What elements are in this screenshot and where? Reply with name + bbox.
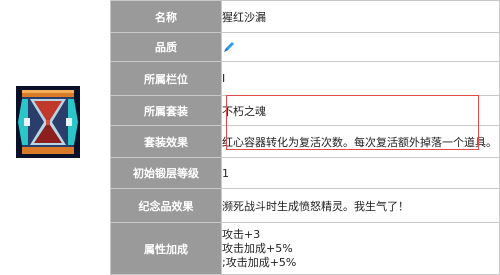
attribute-bonus: 攻击+3 攻击加成+5% ;攻击加成+5% xyxy=(221,222,500,275)
row-label: 所属套装 xyxy=(110,95,222,126)
set-effect: 红心容器转化为复活次数。每次复活额外掉落一个道具。 xyxy=(221,125,500,158)
attribute-line: ;攻击加成+5% xyxy=(222,255,297,269)
table-row: 初始锻层等级 1 xyxy=(110,157,500,189)
attribute-line: 攻击加成+5% xyxy=(222,241,293,255)
row-label: 纪念品效果 xyxy=(110,188,222,223)
table-row: 所属栏位 Ⅰ xyxy=(110,61,500,96)
slot-value: Ⅰ xyxy=(221,61,500,96)
quality-value xyxy=(221,32,500,62)
table-row: 套装效果 红心容器转化为复活次数。每次复活额外掉落一个道具。 xyxy=(110,125,500,158)
set-name: 不朽之魂 xyxy=(221,95,500,126)
table-row: 纪念品效果 濒死战斗时生成愤怒精灵。我生气了！ xyxy=(110,188,500,223)
crimson-hourglass-icon xyxy=(16,86,80,158)
table-row: 属性加成 攻击+3 攻击加成+5% ;攻击加成+5% xyxy=(110,222,500,275)
item-name: 猩红沙漏 xyxy=(221,0,500,33)
attribute-line: 攻击+3 xyxy=(222,227,261,241)
item-info-table: 名称 猩红沙漏 品质 所属栏位 Ⅰ 所属套装 不朽之魂 套装效果 红心容器转化为… xyxy=(110,0,500,275)
souvenir-effect: 濒死战斗时生成愤怒精灵。我生气了！ xyxy=(221,188,500,223)
table-row: 品质 xyxy=(110,32,500,62)
row-label: 初始锻层等级 xyxy=(110,157,222,189)
row-label: 属性加成 xyxy=(110,222,222,275)
row-label: 品质 xyxy=(110,32,222,62)
row-label: 名称 xyxy=(110,0,222,33)
row-label: 套装效果 xyxy=(110,125,222,158)
table-row: 所属套装 不朽之魂 xyxy=(110,95,500,126)
blue-feather-quality-icon xyxy=(224,42,234,52)
item-icon-cell xyxy=(0,0,110,268)
initial-level: 1 xyxy=(221,157,500,189)
row-label: 所属栏位 xyxy=(110,61,222,96)
table-row: 名称 猩红沙漏 xyxy=(110,0,500,33)
